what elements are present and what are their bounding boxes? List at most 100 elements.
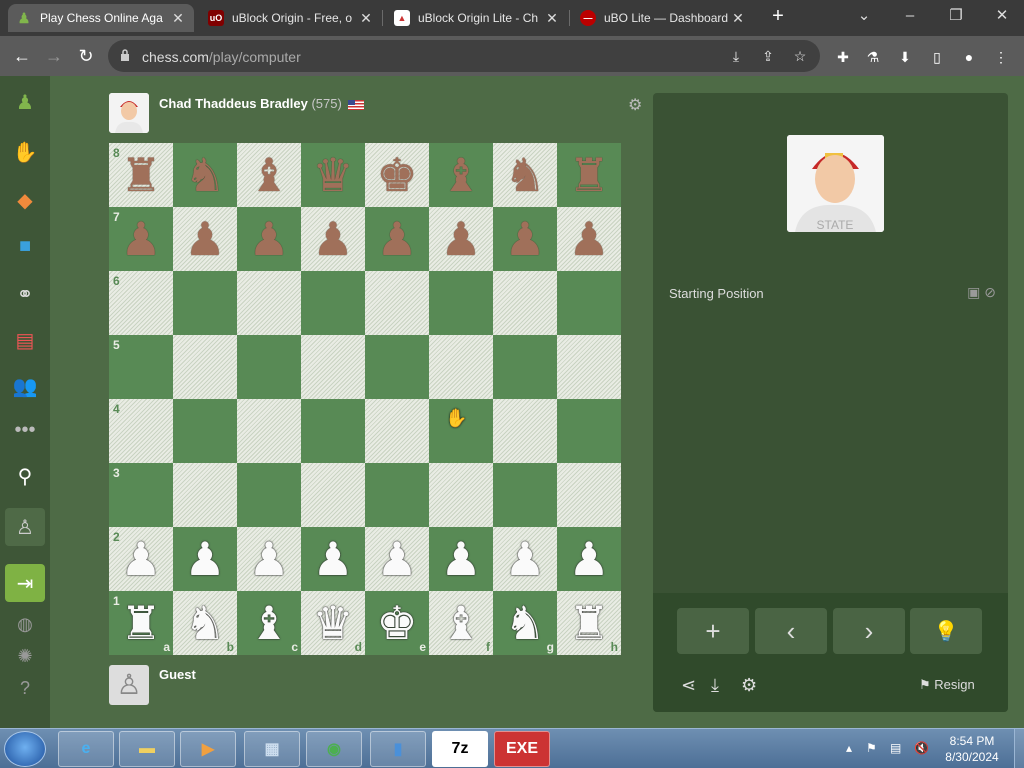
labs-flask-icon[interactable]: ⚗ xyxy=(862,46,884,68)
board-square-h4[interactable] xyxy=(557,399,621,463)
black-piece[interactable]: ♚ xyxy=(365,143,429,207)
previous-move-button[interactable]: ‹ xyxy=(755,608,827,654)
black-piece[interactable]: ♟ xyxy=(173,207,237,271)
watch-binoculars-icon[interactable]: ⚭ xyxy=(9,278,41,310)
board-square-c4[interactable] xyxy=(237,399,301,463)
download-icon[interactable]: ⤓ xyxy=(711,675,719,696)
white-piece[interactable]: ♟ xyxy=(237,527,301,591)
more-dots-icon[interactable]: ••• xyxy=(9,414,41,446)
network-icon[interactable]: ▤ xyxy=(890,741,901,755)
close-icon[interactable]: ✕ xyxy=(358,10,374,27)
help-icon[interactable]: ? xyxy=(9,672,41,704)
white-piece[interactable]: ♝ xyxy=(429,591,493,655)
chess-board[interactable]: 8 ♜ ♞ ♝ ♛ ♚ ♝ ♞ ♜ 7 ♟ ♟ ♟ ♟ ♟ ♟ ♟ ♟ 6 5 4 3 2 ♟ ♟ ♟ ♟ ♟ ♟ ♟ ♟ 1 a ♜ b ♞ c ♝ d ♛… xyxy=(109,143,621,655)
downloads-icon[interactable]: ⬇ xyxy=(894,46,916,68)
board-square-f3[interactable] xyxy=(429,463,493,527)
board-square-b4[interactable] xyxy=(173,399,237,463)
menu-kebab-icon[interactable]: ⋮ xyxy=(990,46,1012,68)
back-arrow-icon[interactable]: ← xyxy=(10,44,34,68)
white-piece[interactable]: ♟ xyxy=(429,527,493,591)
control-panel-icon[interactable]: ▦ xyxy=(244,731,300,767)
board-square-e5[interactable] xyxy=(365,335,429,399)
board-settings-gear-icon[interactable]: ⚙ xyxy=(628,95,642,115)
app-icon[interactable]: ▮ xyxy=(370,731,426,767)
signup-icon[interactable]: ⇥ xyxy=(5,564,45,602)
black-piece[interactable]: ♟ xyxy=(301,207,365,271)
side-panel-icon[interactable]: ▯ xyxy=(926,46,948,68)
white-piece[interactable]: ♟ xyxy=(109,527,173,591)
play-pawn-icon[interactable]: ♟ xyxy=(9,86,41,118)
board-square-a5[interactable]: 5 xyxy=(109,335,173,399)
close-icon[interactable]: ✕ xyxy=(730,10,746,27)
board-square-a6[interactable]: 6 xyxy=(109,271,173,335)
board-square-f5[interactable] xyxy=(429,335,493,399)
board-square-e4[interactable] xyxy=(365,399,429,463)
black-piece[interactable]: ♟ xyxy=(557,207,621,271)
board-square-f6[interactable] xyxy=(429,271,493,335)
board-square-g6[interactable] xyxy=(493,271,557,335)
language-globe-icon[interactable]: ◍ xyxy=(9,608,41,640)
tab-ublock-lite[interactable]: ▲ uBlock Origin Lite - Ch ✕ xyxy=(386,4,568,32)
board-square-c3[interactable] xyxy=(237,463,301,527)
chrome-icon[interactable]: ◉ xyxy=(306,731,362,767)
media-player-icon[interactable]: ▶ xyxy=(180,731,236,767)
next-move-button[interactable]: › xyxy=(833,608,905,654)
board-square-a4[interactable]: 4 xyxy=(109,399,173,463)
black-piece[interactable]: ♛ xyxy=(301,143,365,207)
black-piece[interactable]: ♟ xyxy=(237,207,301,271)
add-friend-icon[interactable]: ♙ xyxy=(5,508,45,546)
board-square-e6[interactable] xyxy=(365,271,429,335)
board-square-g5[interactable] xyxy=(493,335,557,399)
action-center-flag-icon[interactable]: ⚑ xyxy=(866,741,877,755)
bookmark-star-icon[interactable]: ☆ xyxy=(790,46,810,66)
black-piece[interactable]: ♝ xyxy=(237,143,301,207)
book-compass-icons[interactable]: ▣ ⊘ xyxy=(967,284,996,301)
white-piece[interactable]: ♟ xyxy=(493,527,557,591)
volume-muted-icon[interactable]: 🔇 xyxy=(914,741,929,755)
board-square-c6[interactable] xyxy=(237,271,301,335)
share-icon[interactable]: ⇪ xyxy=(758,46,778,66)
black-piece[interactable]: ♜ xyxy=(109,143,173,207)
tab-search-icon[interactable]: ⌄ xyxy=(850,4,878,28)
black-piece[interactable]: ♟ xyxy=(365,207,429,271)
black-piece[interactable]: ♟ xyxy=(109,207,173,271)
white-piece[interactable]: ♚ xyxy=(365,591,429,655)
white-piece[interactable]: ♜ xyxy=(557,591,621,655)
puzzles-icon[interactable]: ✋ xyxy=(9,136,41,168)
explorer-icon[interactable]: ▬ xyxy=(119,731,175,767)
black-piece[interactable]: ♝ xyxy=(429,143,493,207)
minimize-icon[interactable]: – xyxy=(896,4,924,28)
board-square-a3[interactable]: 3 xyxy=(109,463,173,527)
white-piece[interactable]: ♜ xyxy=(109,591,173,655)
white-piece[interactable]: ♟ xyxy=(173,527,237,591)
tab-ublock[interactable]: uO uBlock Origin - Free, o ✕ xyxy=(200,4,382,32)
theme-sun-icon[interactable]: ✺ xyxy=(9,640,41,672)
show-desktop-button[interactable] xyxy=(1014,729,1024,768)
share-icon[interactable]: ⋖ xyxy=(681,675,696,696)
board-square-g3[interactable] xyxy=(493,463,557,527)
white-piece[interactable]: ♟ xyxy=(301,527,365,591)
social-icon[interactable]: 👥 xyxy=(9,370,41,402)
tray-expand-icon[interactable]: ▴ xyxy=(846,741,852,755)
news-icon[interactable]: ▤ xyxy=(9,324,41,356)
board-square-g4[interactable] xyxy=(493,399,557,463)
tab-ubo-dashboard[interactable]: — uBO Lite — Dashboard ✕ xyxy=(572,4,754,32)
new-tab-button[interactable]: + xyxy=(767,6,789,28)
settings-gear-icon[interactable]: ⚙ xyxy=(741,675,757,696)
board-square-h5[interactable] xyxy=(557,335,621,399)
white-piece[interactable]: ♞ xyxy=(173,591,237,655)
reload-icon[interactable]: ↻ xyxy=(74,44,98,68)
black-piece[interactable]: ♞ xyxy=(173,143,237,207)
black-piece[interactable]: ♟ xyxy=(429,207,493,271)
black-piece[interactable]: ♟ xyxy=(493,207,557,271)
start-button[interactable] xyxy=(4,731,46,767)
board-square-h3[interactable] xyxy=(557,463,621,527)
close-icon[interactable]: ✕ xyxy=(170,10,186,27)
forward-arrow-icon[interactable]: → xyxy=(42,44,66,68)
resign-button[interactable]: ⚑ Resign xyxy=(919,677,975,693)
board-square-d6[interactable] xyxy=(301,271,365,335)
search-icon[interactable]: ⚲ xyxy=(9,460,41,492)
hint-lightbulb-button[interactable]: 💡 xyxy=(910,608,982,654)
address-bar[interactable]: chess.com/play/computer ⤓ ⇪ ☆ xyxy=(108,40,820,72)
white-piece[interactable]: ♛ xyxy=(301,591,365,655)
